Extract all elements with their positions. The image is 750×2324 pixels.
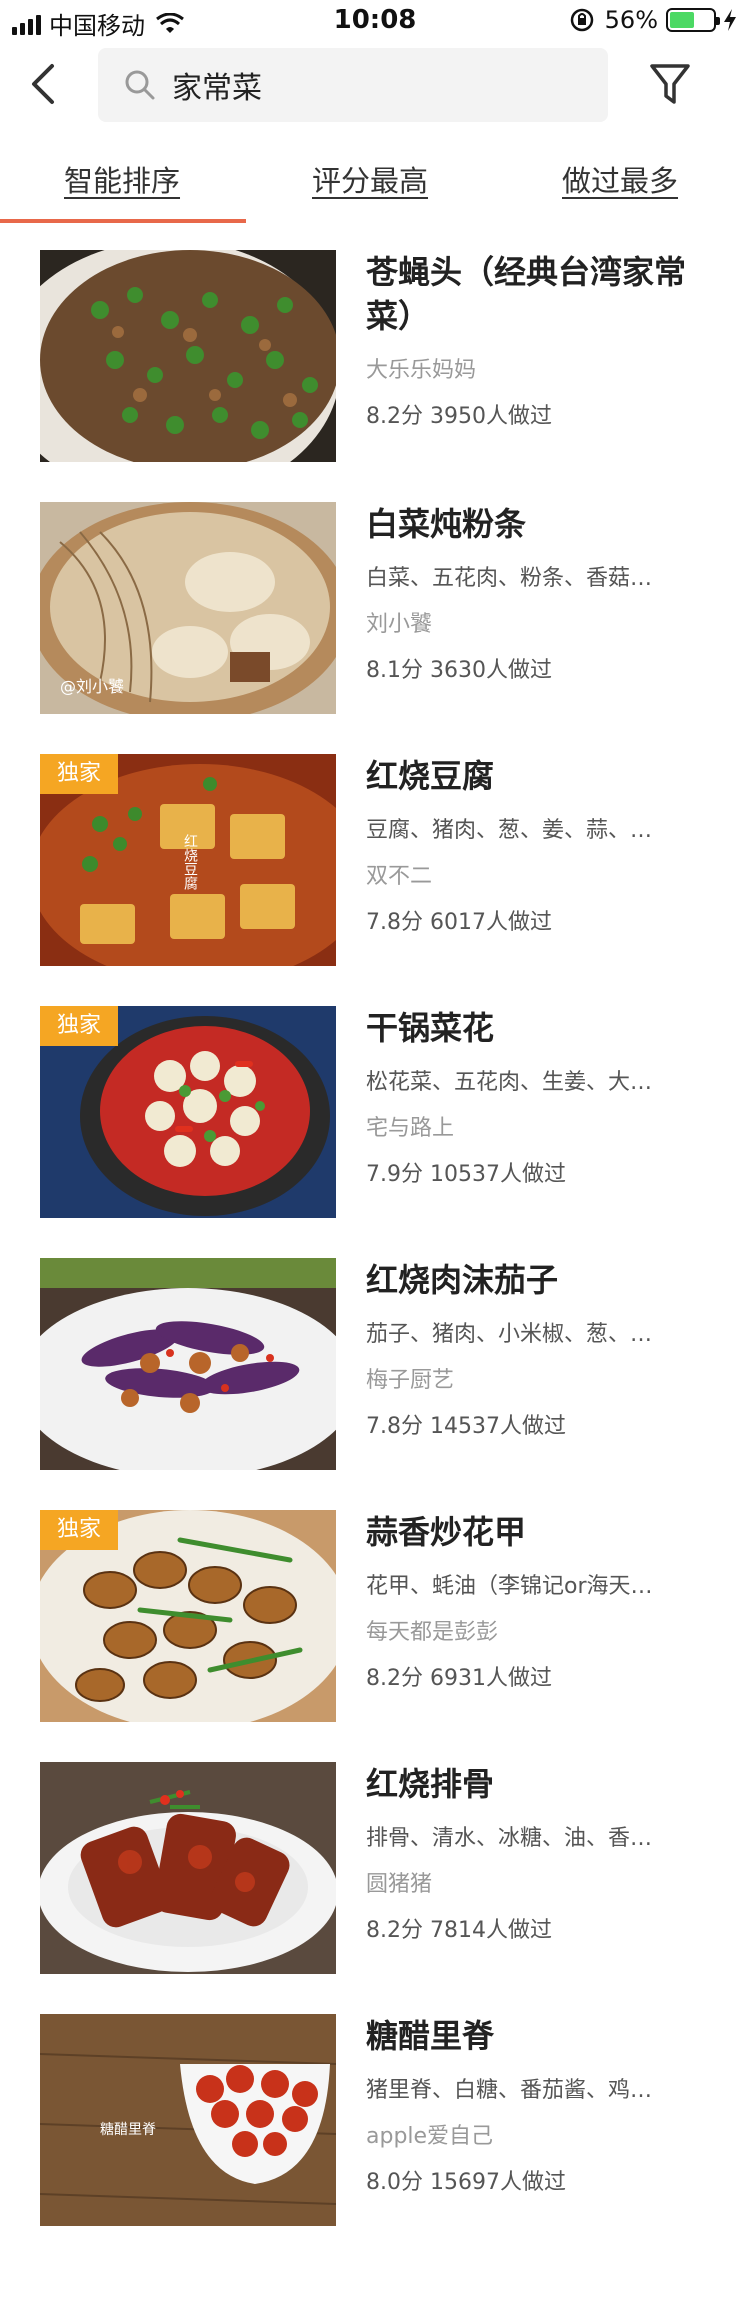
recipe-info: 白菜炖粉条 白菜、五花肉、粉条、香菇… 刘小饕 8.1分 3630人做过 bbox=[366, 502, 686, 684]
recipe-photo[interactable] bbox=[40, 250, 336, 462]
recipe-photo[interactable]: 糖醋里脊 bbox=[40, 2014, 336, 2226]
battery-percent: 56% bbox=[604, 6, 658, 34]
recipe-stats: 7.9分 10537人做过 bbox=[366, 1162, 566, 1187]
recipe-author: 梅子厨艺 bbox=[366, 1368, 455, 1393]
recipe-info: 红烧肉沫茄子 茄子、猪肉、小米椒、葱、… 梅子厨艺 7.8分 14537人做过 bbox=[366, 1258, 686, 1440]
recipe-author: 圆猪猪 bbox=[366, 1872, 433, 1897]
exclusive-badge: 独家 bbox=[40, 1006, 118, 1046]
recipe-ingredients: 排骨、清水、冰糖、油、香… bbox=[366, 1826, 653, 1851]
recipe-card[interactable]: 独家 蒜香炒花甲 花甲、蚝油（李锦记or海天… 每天都是彭彭 8.2分 6931… bbox=[0, 1490, 750, 1742]
recipe-title: 白菜炖粉条 bbox=[366, 505, 527, 543]
recipe-title: 干锅菜花 bbox=[366, 1009, 495, 1047]
recipe-ingredients: 猪里脊、白糖、番茄酱、鸡… bbox=[366, 2078, 653, 2103]
recipe-photo[interactable]: 独家 bbox=[40, 1510, 336, 1722]
status-bar: 中国移动 10:08 56% bbox=[0, 0, 750, 42]
recipe-ingredients: 松花菜、五花肉、生姜、大… bbox=[366, 1070, 653, 1095]
recipe-ingredients: 花甲、蚝油（李锦记or海天… bbox=[366, 1574, 653, 1599]
active-tab-indicator bbox=[0, 219, 246, 223]
photo-watermark: 糖醋里脊 bbox=[100, 2122, 156, 2138]
recipe-photo[interactable]: @刘小饕 bbox=[40, 502, 336, 714]
charging-bolt-icon bbox=[724, 9, 736, 31]
recipe-title: 糖醋里脊 bbox=[366, 2017, 495, 2055]
search-header: 家常菜 bbox=[0, 42, 750, 126]
search-input[interactable]: 家常菜 bbox=[98, 48, 608, 122]
recipe-photo[interactable]: 红烧豆腐 独家 bbox=[40, 754, 336, 966]
status-right: 56% bbox=[569, 6, 738, 34]
recipe-card[interactable]: 苍蝇头（经典台湾家常菜） 大乐乐妈妈 8.2分 3950人做过 bbox=[0, 230, 750, 482]
recipe-info: 红烧排骨 排骨、清水、冰糖、油、香… 圆猪猪 8.2分 7814人做过 bbox=[366, 1762, 686, 1944]
recipe-photo-image: 糖醋里脊 bbox=[40, 2014, 336, 2226]
recipe-ingredients: 白菜、五花肉、粉条、香菇… bbox=[366, 566, 653, 591]
recipe-photo-image: @刘小饕 bbox=[40, 502, 336, 714]
recipe-title: 蒜香炒花甲 bbox=[366, 1513, 527, 1551]
recipe-author: 大乐乐妈妈 bbox=[366, 358, 477, 383]
recipe-stats: 8.0分 15697人做过 bbox=[366, 2170, 566, 2195]
photo-watermark: 红烧豆腐 bbox=[182, 834, 198, 890]
tab-top-rated[interactable]: 评分最高 bbox=[312, 158, 428, 200]
recipe-author: 双不二 bbox=[366, 864, 433, 889]
recipe-card[interactable]: @刘小饕 白菜炖粉条 白菜、五花肉、粉条、香菇… 刘小饕 8.1分 3630人做… bbox=[0, 482, 750, 734]
search-query: 家常菜 bbox=[172, 71, 262, 106]
recipe-stats: 7.8分 14537人做过 bbox=[366, 1414, 566, 1439]
back-button[interactable] bbox=[24, 60, 64, 108]
recipe-photo[interactable]: 独家 bbox=[40, 1006, 336, 1218]
recipe-card[interactable]: 红烧排骨 排骨、清水、冰糖、油、香… 圆猪猪 8.2分 7814人做过 bbox=[0, 1742, 750, 1994]
battery-fill bbox=[670, 12, 694, 28]
recipe-photo[interactable] bbox=[40, 1762, 336, 1974]
filter-icon[interactable] bbox=[648, 58, 692, 110]
tab-smart-sort[interactable]: 智能排序 bbox=[64, 158, 180, 200]
recipe-stats: 8.2分 6931人做过 bbox=[366, 1666, 552, 1691]
recipe-ingredients: 豆腐、猪肉、葱、姜、蒜、… bbox=[366, 818, 653, 843]
recipe-author: 每天都是彭彭 bbox=[366, 1620, 499, 1645]
recipe-info: 糖醋里脊 猪里脊、白糖、番茄酱、鸡… apple爱自己 8.0分 15697人做… bbox=[366, 2014, 686, 2196]
tab-most-cooked[interactable]: 做过最多 bbox=[562, 158, 678, 200]
recipe-author: 宅与路上 bbox=[366, 1116, 455, 1141]
recipe-card[interactable]: 红烧肉沫茄子 茄子、猪肉、小米椒、葱、… 梅子厨艺 7.8分 14537人做过 bbox=[0, 1238, 750, 1490]
battery-icon bbox=[666, 8, 720, 32]
recipe-stats: 8.1分 3630人做过 bbox=[366, 658, 552, 683]
recipe-title: 红烧豆腐 bbox=[366, 757, 495, 795]
recipe-card[interactable]: 独家 干锅菜花 松花菜、五花肉、生姜、大… 宅与路上 7.9分 10537人做过 bbox=[0, 986, 750, 1238]
recipe-card[interactable]: 糖醋里脊 糖醋里脊 猪里脊、白糖、番茄酱、鸡… apple爱自己 8.0分 15… bbox=[0, 1994, 750, 2246]
exclusive-badge: 独家 bbox=[40, 754, 118, 794]
recipe-ingredients: 茄子、猪肉、小米椒、葱、… bbox=[366, 1322, 653, 1347]
recipe-title: 红烧排骨 bbox=[366, 1765, 495, 1803]
search-icon bbox=[125, 70, 155, 100]
rotation-lock-icon bbox=[570, 8, 593, 32]
recipe-photo-image bbox=[40, 1762, 336, 1974]
recipe-author: apple爱自己 bbox=[366, 2124, 494, 2149]
recipe-info: 蒜香炒花甲 花甲、蚝油（李锦记or海天… 每天都是彭彭 8.2分 6931人做过 bbox=[366, 1510, 686, 1692]
recipe-card[interactable]: 红烧豆腐 独家 红烧豆腐 豆腐、猪肉、葱、姜、蒜、… 双不二 7.8分 6017… bbox=[0, 734, 750, 986]
recipe-author: 刘小饕 bbox=[366, 612, 433, 637]
exclusive-badge: 独家 bbox=[40, 1510, 118, 1550]
recipe-info: 苍蝇头（经典台湾家常菜） 大乐乐妈妈 8.2分 3950人做过 bbox=[366, 250, 686, 430]
photo-watermark: @刘小饕 bbox=[60, 677, 124, 696]
recipe-stats: 8.2分 3950人做过 bbox=[366, 404, 552, 429]
recipe-photo[interactable] bbox=[40, 1258, 336, 1470]
recipe-photo-image bbox=[40, 1258, 336, 1470]
recipe-info: 干锅菜花 松花菜、五花肉、生姜、大… 宅与路上 7.9分 10537人做过 bbox=[366, 1006, 686, 1188]
recipe-title: 红烧肉沫茄子 bbox=[366, 1261, 559, 1299]
recipe-title: 苍蝇头（经典台湾家常菜） bbox=[366, 253, 687, 335]
recipe-stats: 7.8分 6017人做过 bbox=[366, 910, 552, 935]
recipe-info: 红烧豆腐 豆腐、猪肉、葱、姜、蒜、… 双不二 7.8分 6017人做过 bbox=[366, 754, 686, 936]
recipe-photo-image bbox=[40, 250, 336, 462]
recipe-stats: 8.2分 7814人做过 bbox=[366, 1918, 552, 1943]
sort-tabs: 智能排序 评分最高 做过最多 bbox=[0, 138, 750, 230]
